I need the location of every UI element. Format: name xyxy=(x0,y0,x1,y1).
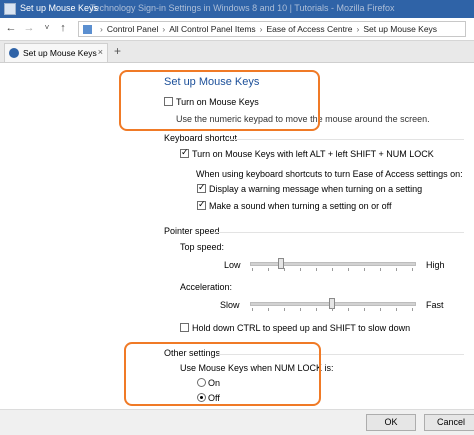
ok-button[interactable]: OK xyxy=(366,414,416,431)
shortcut-note: When using keyboard shortcuts to turn Ea… xyxy=(196,169,463,179)
slider-tick xyxy=(284,308,285,311)
breadcrumb[interactable]: › Control Panel › All Control Panel Item… xyxy=(78,21,466,37)
make-sound-label[interactable]: Make a sound when turning a setting on o… xyxy=(209,201,391,211)
slider-tick xyxy=(268,268,269,271)
chevron-down-icon[interactable]: ˅ xyxy=(40,21,54,35)
background-window-title: Technology Sign-in Settings in Windows 8… xyxy=(90,3,395,13)
slider-tick xyxy=(364,308,365,311)
slider-tick xyxy=(252,268,253,271)
section-divider xyxy=(230,139,464,140)
slider-tick xyxy=(332,268,333,271)
slider-tick xyxy=(396,308,397,311)
slider-tick xyxy=(332,308,333,311)
slider-tick xyxy=(300,268,301,271)
hold-ctrl-checkbox[interactable] xyxy=(180,323,189,332)
tab-label: Set up Mouse Keys xyxy=(23,48,97,58)
tab-favicon-icon xyxy=(9,48,19,58)
acceleration-label: Acceleration: xyxy=(180,282,233,292)
close-tab-icon[interactable]: × xyxy=(98,47,103,57)
breadcrumb-separator: › xyxy=(162,24,166,34)
slider-tick xyxy=(348,268,349,271)
breadcrumb-separator: › xyxy=(100,24,103,34)
up-arrow-icon[interactable]: ↑ xyxy=(56,21,70,35)
slider-tick xyxy=(316,268,317,271)
breadcrumb-item[interactable]: All Control Panel Items xyxy=(169,24,255,34)
new-tab-button[interactable]: + xyxy=(114,44,121,58)
pointer-speed-heading: Pointer speed xyxy=(164,226,220,236)
slider-tick xyxy=(300,308,301,311)
slider-tick xyxy=(380,308,381,311)
shortcut-label[interactable]: Turn on Mouse Keys with left ALT + left … xyxy=(192,149,434,159)
breadcrumb-item[interactable]: Set up Mouse Keys xyxy=(363,24,437,34)
slider-tick xyxy=(412,308,413,311)
breadcrumb-item[interactable]: Ease of Access Centre xyxy=(267,24,353,34)
forward-arrow-icon[interactable]: → xyxy=(22,21,36,35)
main-content: Set up Mouse Keys Turn on Mouse Keys Use… xyxy=(0,63,474,409)
shortcut-checkbox[interactable] xyxy=(180,147,189,158)
make-sound-checkbox[interactable] xyxy=(197,199,206,210)
breadcrumb-separator: › xyxy=(259,24,263,34)
control-panel-icon xyxy=(83,24,92,34)
breadcrumb-item[interactable]: Control Panel xyxy=(107,24,159,34)
top-speed-high-label: High xyxy=(426,260,445,270)
slider-tick xyxy=(380,268,381,271)
acceleration-fast-label: Fast xyxy=(426,300,444,310)
top-speed-slider-track[interactable] xyxy=(250,262,416,266)
slider-tick xyxy=(252,308,253,311)
top-speed-label: Top speed: xyxy=(180,242,225,252)
slider-tick xyxy=(316,308,317,311)
highlight-ring-bottom xyxy=(124,342,321,406)
section-divider xyxy=(214,232,464,233)
warning-message-label[interactable]: Display a warning message when turning o… xyxy=(209,184,422,194)
back-arrow-icon[interactable]: ← xyxy=(4,21,18,35)
acceleration-slow-label: Slow xyxy=(220,300,240,310)
keyboard-shortcut-heading: Keyboard shortcut xyxy=(164,133,238,143)
tab-bar: Set up Mouse Keys × + xyxy=(0,41,474,63)
hold-ctrl-label[interactable]: Hold down CTRL to speed up and SHIFT to … xyxy=(192,323,410,333)
warning-message-checkbox[interactable] xyxy=(197,182,206,193)
slider-tick xyxy=(396,268,397,271)
slider-tick xyxy=(284,268,285,271)
slider-tick xyxy=(412,268,413,271)
slider-tick xyxy=(364,268,365,271)
breadcrumb-separator: › xyxy=(356,24,360,34)
window-icon xyxy=(4,3,16,15)
top-speed-low-label: Low xyxy=(224,260,241,270)
highlight-ring-top xyxy=(119,70,320,131)
cancel-button[interactable]: Cancel xyxy=(424,414,474,431)
slider-tick xyxy=(348,308,349,311)
dialog-footer: OK Cancel xyxy=(0,409,474,435)
window-title: Set up Mouse Keys xyxy=(20,3,99,13)
window-titlebar: Technology Sign-in Settings in Windows 8… xyxy=(0,0,474,18)
address-bar: ← → ˅ ↑ › Control Panel › All Control Pa… xyxy=(0,18,474,41)
tab-set-up-mouse-keys[interactable]: Set up Mouse Keys × xyxy=(4,43,108,62)
slider-tick xyxy=(268,308,269,311)
